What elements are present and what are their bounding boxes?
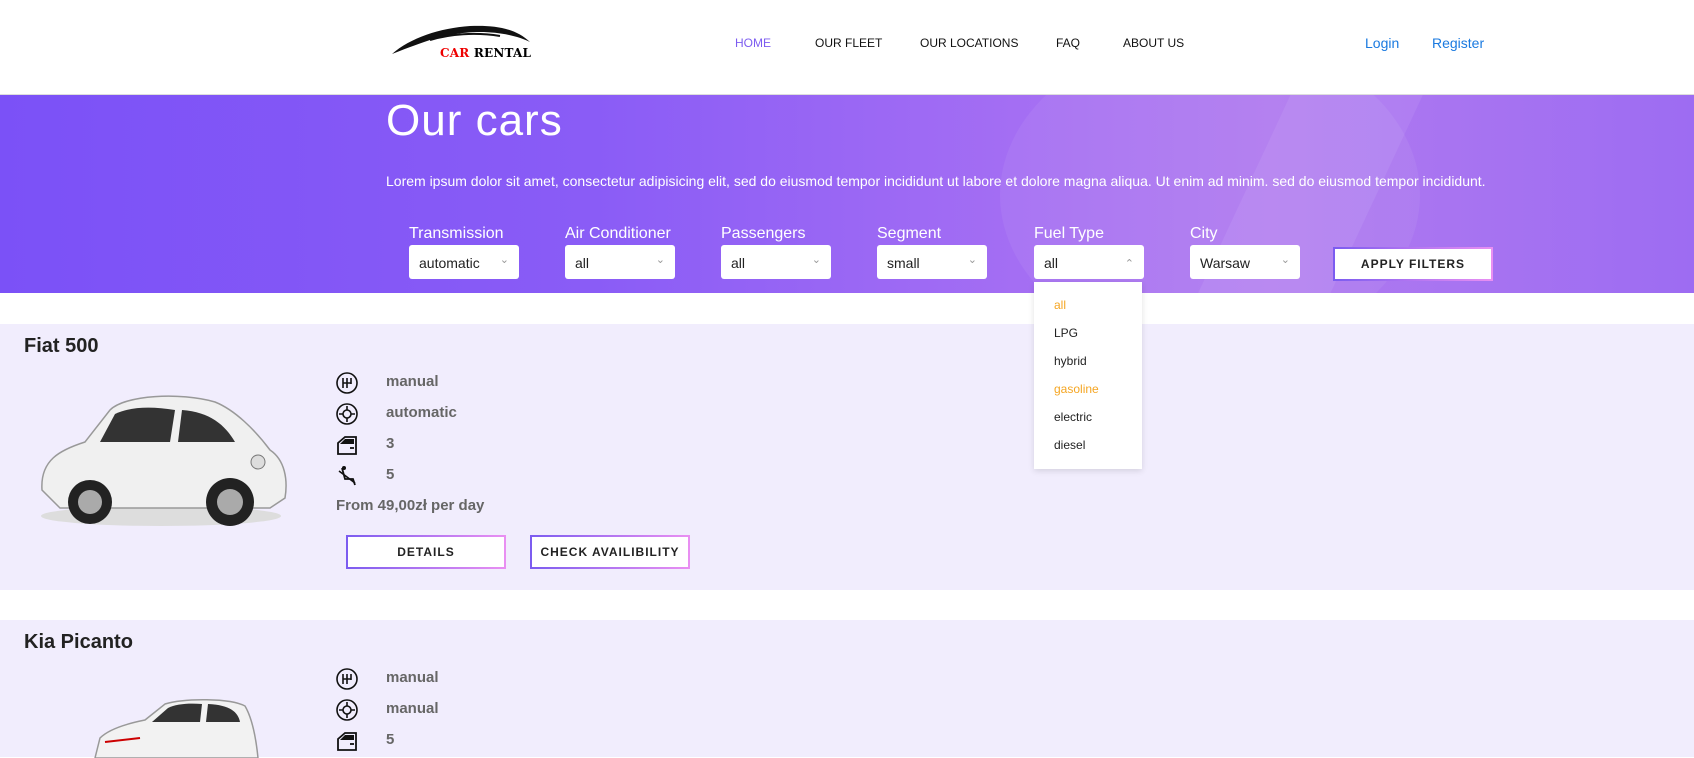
nav-home[interactable]: HOME (735, 36, 771, 50)
chevron-down-icon: ⌄ (811, 254, 821, 266)
dropdown-option-hybrid[interactable]: hybrid (1054, 354, 1087, 368)
page-subtitle: Lorem ipsum dolor sit amet, consectetur … (386, 173, 1486, 189)
spec-passengers: 5 (386, 466, 395, 483)
car-card: Fiat 500 manual automatic 3 5 From 49,00… (0, 324, 1694, 590)
apply-filters-button[interactable]: APPLY FILTERS (1333, 247, 1493, 281)
filter-transmission: Transmission automatic ⌄ (409, 225, 519, 279)
air-conditioner-icon (336, 699, 358, 721)
page-title: Our cars (386, 96, 563, 145)
dropdown-option-lpg[interactable]: LPG (1054, 326, 1078, 340)
nav-about-us[interactable]: ABOUT US (1123, 36, 1184, 50)
filter-label: Air Conditioner (565, 225, 671, 242)
select-value: all (731, 255, 746, 271)
fuel-type-dropdown: all LPG hybrid gasoline electric diesel (1034, 282, 1142, 469)
gearbox-icon (336, 372, 358, 394)
details-button[interactable]: DETAILS (346, 535, 506, 569)
dropdown-option-all[interactable]: all (1054, 298, 1066, 312)
dropdown-option-electric[interactable]: electric (1054, 410, 1092, 424)
logo-word-car: CAR (440, 46, 470, 60)
chevron-up-icon: ⌃ (1124, 258, 1134, 270)
car-door-icon (337, 732, 357, 751)
passengers-select[interactable]: all ⌄ (721, 245, 831, 279)
spec-air-conditioner: manual (386, 700, 439, 717)
gearbox-icon (336, 668, 358, 690)
car-door-icon (337, 436, 357, 455)
login-link[interactable]: Login (1365, 35, 1399, 51)
chevron-down-icon: ⌄ (499, 254, 509, 266)
car-name: Kia Picanto (24, 631, 133, 653)
filter-label: Transmission (409, 225, 504, 242)
filter-label: Fuel Type (1034, 225, 1104, 242)
city-select[interactable]: Warsaw ⌄ (1190, 245, 1300, 279)
nav-our-locations[interactable]: OUR LOCATIONS (920, 36, 1018, 50)
select-value: Warsaw (1200, 255, 1251, 271)
filter-passengers: Passengers all ⌄ (721, 225, 831, 279)
select-value: small (887, 255, 920, 271)
dropdown-option-diesel[interactable]: diesel (1054, 438, 1085, 452)
filter-city: City Warsaw ⌄ (1190, 225, 1300, 279)
filter-label: City (1190, 225, 1218, 242)
segment-select[interactable]: small ⌄ (877, 245, 987, 279)
spec-transmission: manual (386, 373, 439, 390)
filter-label: Segment (877, 225, 942, 242)
car-image[interactable] (30, 380, 292, 530)
spec-air-conditioner: automatic (386, 404, 457, 421)
select-value: automatic (419, 255, 480, 271)
nav-our-fleet[interactable]: OUR FLEET (815, 36, 882, 50)
car-name: Fiat 500 (24, 335, 99, 357)
site-header: CAR RENTAL HOME OUR FLEET OUR LOCATIONS … (0, 0, 1694, 95)
select-value: all (1044, 255, 1059, 271)
chevron-down-icon: ⌄ (967, 254, 977, 266)
filter-air-conditioner: Air Conditioner all ⌄ (565, 225, 675, 279)
chevron-down-icon: ⌄ (655, 254, 665, 266)
check-availability-button[interactable]: CHECK AVAILIBILITY (530, 535, 690, 569)
filter-segment: Segment small ⌄ (877, 225, 987, 279)
transmission-select[interactable]: automatic ⌄ (409, 245, 519, 279)
select-value: all (575, 255, 590, 271)
car-rental-logo[interactable]: CAR RENTAL (390, 20, 535, 64)
nav-faq[interactable]: FAQ (1056, 36, 1080, 50)
filter-label: Passengers (721, 225, 806, 242)
car-image[interactable] (90, 698, 260, 758)
register-link[interactable]: Register (1432, 35, 1484, 51)
hero-banner: Our cars Lorem ipsum dolor sit amet, con… (0, 95, 1694, 293)
seat-icon (338, 466, 356, 486)
fuel-type-select[interactable]: all ⌃ (1034, 245, 1144, 279)
air-conditioner-select[interactable]: all ⌄ (565, 245, 675, 279)
spec-transmission: manual (386, 669, 439, 686)
car-price: From 49,00zł per day (336, 497, 485, 514)
spec-doors: 3 (386, 435, 395, 452)
logo-word-rental: RENTAL (473, 46, 532, 60)
dropdown-option-gasoline[interactable]: gasoline (1054, 382, 1099, 396)
spec-doors: 5 (386, 731, 395, 748)
chevron-down-icon: ⌄ (1280, 254, 1290, 266)
filter-fuel-type: Fuel Type all ⌃ (1034, 225, 1144, 279)
air-conditioner-icon (336, 403, 358, 425)
car-card: Kia Picanto manual manual 5 (0, 620, 1694, 758)
